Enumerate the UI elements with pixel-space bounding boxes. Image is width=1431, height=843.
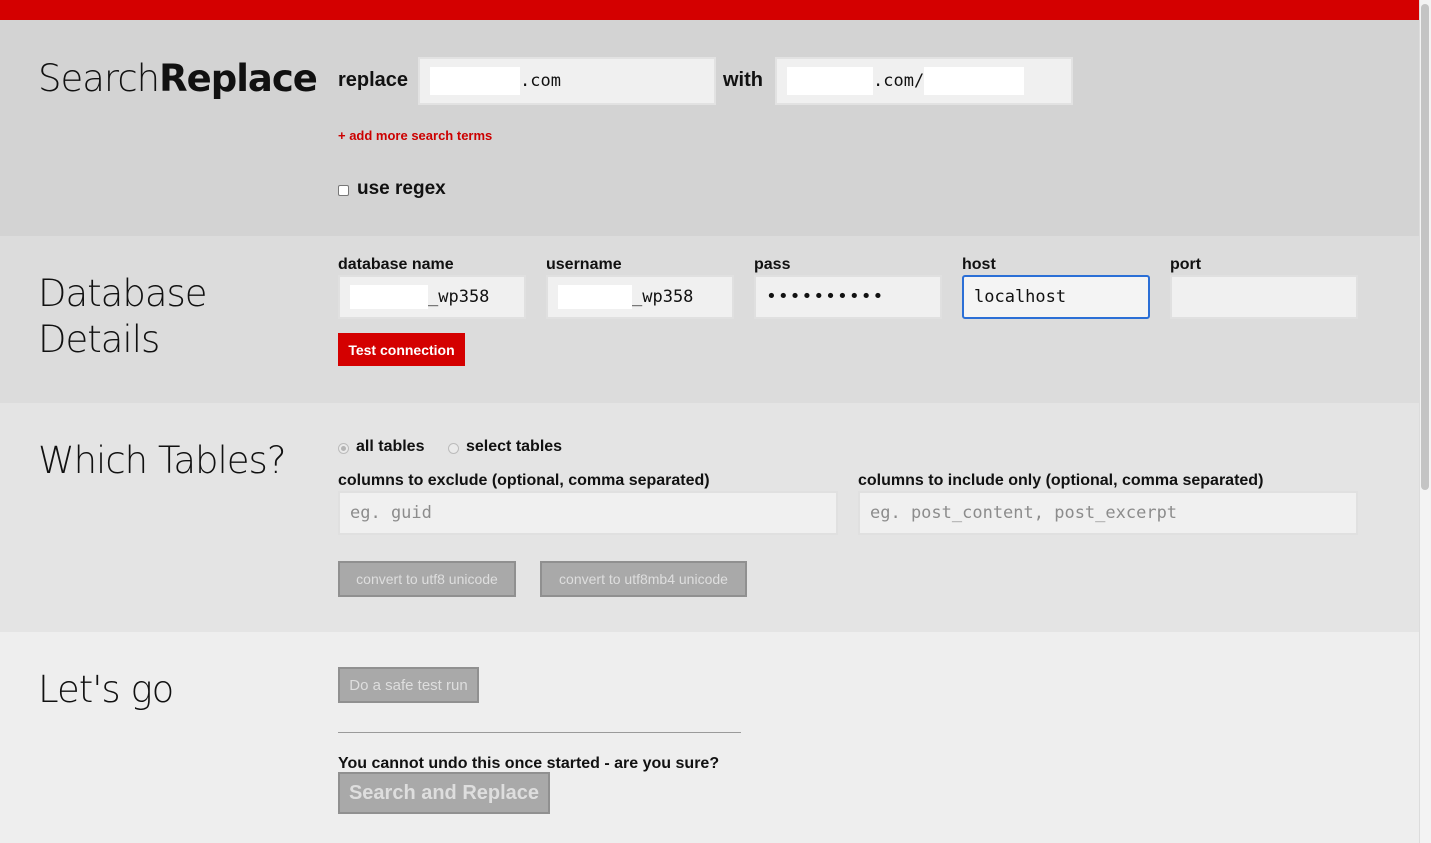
database-heading-line2: Details [38,318,160,361]
top-accent-bar [0,0,1419,20]
database-name-input[interactable]: _wp358 [338,275,526,319]
with-input-value: .com/ [873,71,925,91]
with-label: with [723,69,763,91]
all-tables-label: all tables [356,438,425,455]
host-label: host [962,256,996,273]
database-name-value: _wp358 [428,287,490,307]
pass-input[interactable]: •••••••••• [754,275,942,319]
username-input[interactable]: _wp358 [546,275,734,319]
undo-warning-text: You cannot undo this once started - are … [338,755,720,772]
username-value: _wp358 [632,287,694,307]
select-tables-label: select tables [466,438,563,455]
add-more-search-terms-link[interactable]: + add more search terms [338,128,492,143]
host-input[interactable]: localhost [962,275,1150,319]
which-tables-heading: Which Tables? [38,439,286,482]
convert-utf8-button[interactable]: convert to utf8 unicode [338,561,516,597]
port-label: port [1170,256,1202,273]
use-regex-checkbox[interactable] [338,185,349,196]
redacted-block [558,285,632,309]
lets-go-heading: Let's go [38,668,174,711]
scrollbar-thumb[interactable] [1421,4,1429,490]
redacted-block [787,67,873,95]
columns-include-label: columns to include only (optional, comma… [858,472,1264,489]
with-input[interactable]: .com/ [775,57,1073,105]
search-and-replace-button[interactable]: Search and Replace [338,772,550,814]
port-input[interactable] [1170,275,1358,319]
lets-go-section [0,632,1419,843]
pass-label: pass [754,256,791,273]
app-title: SearchReplace [38,56,318,102]
convert-utf8mb4-button[interactable]: convert to utf8mb4 unicode [540,561,747,597]
select-tables-radio[interactable] [448,443,459,454]
test-connection-button[interactable]: Test connection [338,333,465,366]
username-label: username [546,256,622,273]
replace-input[interactable]: .com [418,57,716,105]
replace-input-value: .com [520,71,561,91]
search-replace-section [0,20,1419,236]
use-regex-label: use regex [357,178,446,199]
database-details-heading: Database Details [38,271,208,363]
database-heading-line1: Database [38,272,208,315]
database-details-section [0,236,1419,403]
redacted-block [430,67,520,95]
all-tables-radio[interactable] [338,443,349,454]
app-title-bold: Replace [159,57,318,100]
columns-exclude-label: columns to exclude (optional, comma sepa… [338,472,710,489]
columns-exclude-input[interactable]: eg. guid [338,491,838,535]
redacted-block [350,285,428,309]
columns-include-input[interactable]: eg. post_content, post_excerpt [858,491,1358,535]
divider [338,732,741,733]
database-name-label: database name [338,256,454,273]
safe-test-run-button[interactable]: Do a safe test run [338,667,479,703]
app-title-light: Search [38,57,160,100]
replace-label: replace [338,69,409,91]
redacted-block [924,67,1025,95]
